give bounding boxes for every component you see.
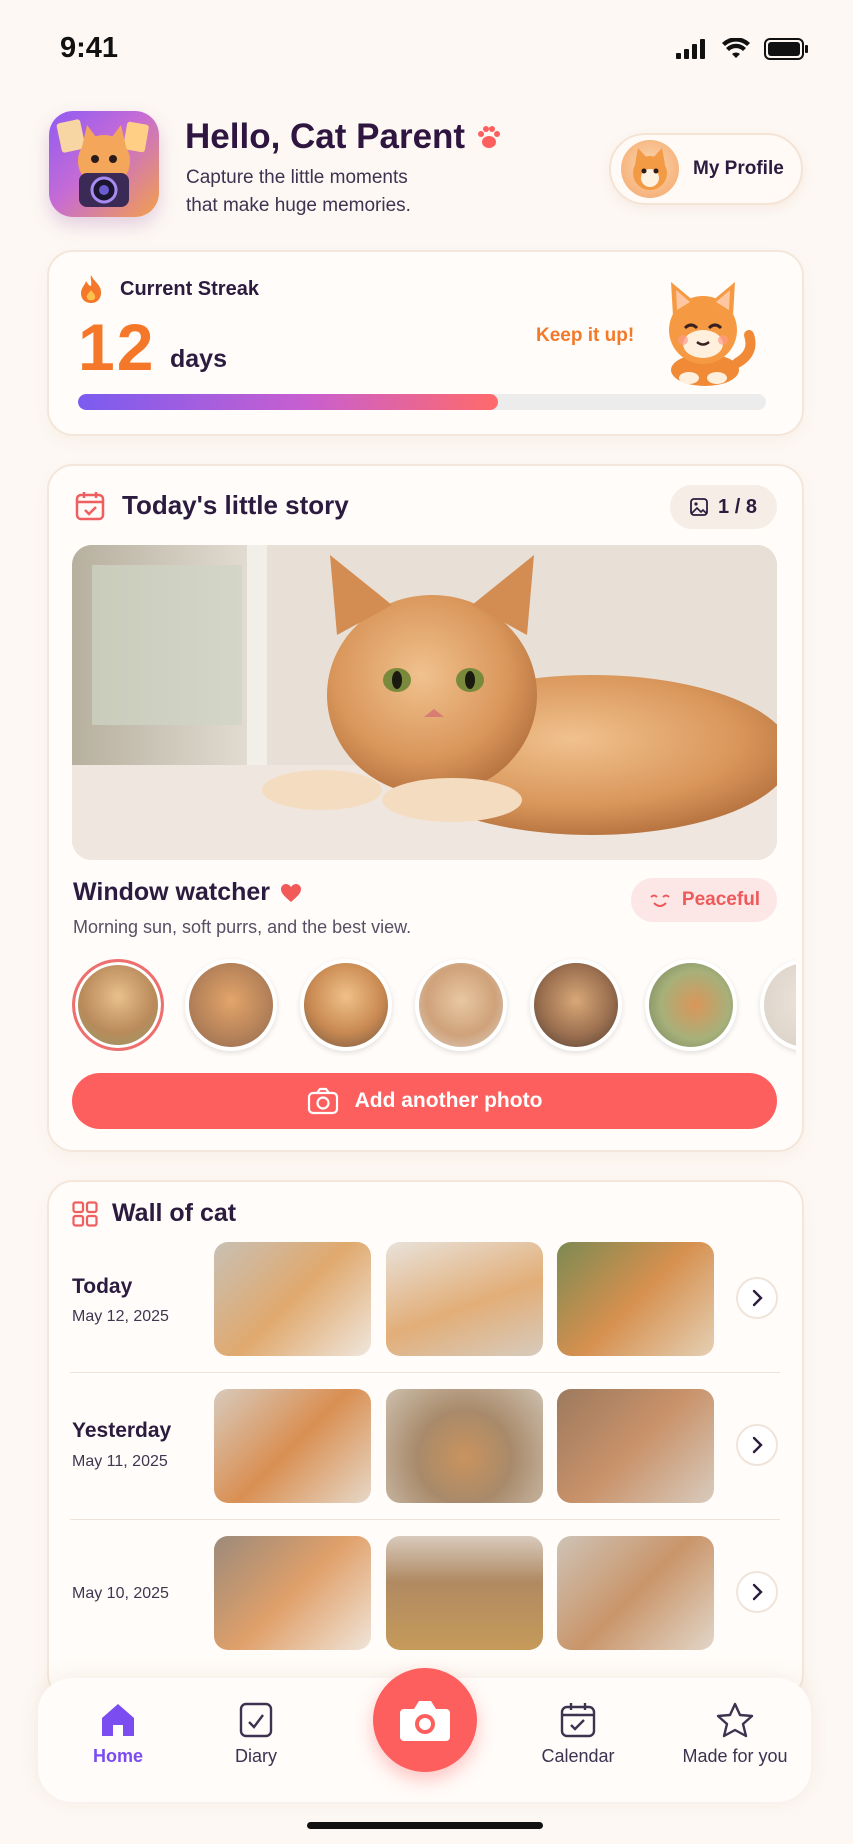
photo-thumbnail-strip[interactable]: [70, 956, 796, 1056]
fire-icon: [81, 275, 102, 303]
streak-progress-bar: [78, 394, 766, 410]
calendar-icon: [560, 1703, 596, 1738]
mood-badge[interactable]: Peaceful: [631, 878, 777, 922]
photo-counter-text: 1 / 8: [718, 495, 757, 518]
thumbnail[interactable]: [530, 959, 622, 1051]
battery-icon: [764, 38, 808, 60]
wall-row-date: May 10, 2025: [72, 1585, 169, 1602]
photo-counter[interactable]: 1 / 8: [670, 485, 777, 529]
wall-photo[interactable]: [214, 1536, 371, 1650]
camera-button[interactable]: [373, 1668, 477, 1772]
greeting-subtitle: Capture the little moments that make hug…: [186, 164, 486, 220]
wall-photo[interactable]: [214, 1389, 371, 1503]
chevron-right-icon: [752, 1289, 763, 1307]
wifi-icon: [722, 38, 750, 58]
wall-row-yesterday[interactable]: Yesterday May 11, 2025: [70, 1376, 780, 1522]
app-logo: [49, 111, 159, 217]
wall-row-open-button[interactable]: [736, 1571, 778, 1613]
greeting-subtitle-line2: that make huge memories.: [186, 195, 411, 216]
thumbnail[interactable]: [185, 959, 277, 1051]
status-icons: [676, 38, 808, 60]
tab-made-for-you-label: Made for you: [682, 1746, 788, 1766]
tab-diary-label: Diary: [234, 1746, 277, 1766]
status-time: 9:41: [60, 32, 119, 64]
cat-mascot-icon: [669, 282, 756, 386]
tab-calendar-label: Calendar: [541, 1746, 615, 1766]
streak-progress-fill: [78, 394, 498, 410]
wall-row-day: Today: [72, 1275, 133, 1298]
wall-row-date: May 12, 2025: [72, 1308, 169, 1325]
thumbnail[interactable]: [645, 959, 737, 1051]
greeting-subtitle-line1: Capture the little moments: [186, 167, 408, 188]
wall-row-date: May 11, 2025: [72, 1453, 168, 1470]
add-photo-button[interactable]: Add another photo: [72, 1073, 777, 1129]
my-profile-label: My Profile: [693, 158, 784, 179]
photo-title-text: Window watcher: [73, 878, 271, 906]
photo-caption: Morning sun, soft purrs, and the best vi…: [73, 917, 412, 937]
home-icon: [102, 1704, 134, 1736]
chevron-right-icon: [752, 1583, 763, 1601]
wall-row-today[interactable]: Today May 12, 2025: [70, 1229, 780, 1375]
thumbnail[interactable]: [415, 959, 507, 1051]
calendar-heart-icon: [75, 492, 105, 521]
wall-photo[interactable]: [557, 1536, 714, 1650]
image-icon: [690, 498, 708, 516]
thumbnail[interactable]: [300, 959, 392, 1051]
streak-label: Current Streak: [120, 278, 259, 300]
tab-diary[interactable]: Diary: [186, 1702, 326, 1767]
wall-title: Wall of cat: [112, 1199, 237, 1227]
thumbnail[interactable]: [760, 959, 796, 1051]
heart-icon[interactable]: [280, 883, 302, 903]
photo-title: Window watcher: [73, 878, 302, 907]
avatar: [621, 140, 679, 198]
story-title: Today's little story: [122, 490, 349, 520]
chevron-right-icon: [752, 1436, 763, 1454]
greeting-text: Hello, Cat Parent: [185, 117, 466, 156]
streak-count: 12: [78, 310, 156, 384]
tab-home-label: Home: [92, 1746, 143, 1766]
thumbnail[interactable]: [72, 959, 164, 1051]
grid-icon: [72, 1201, 98, 1227]
tab-calendar[interactable]: Calendar: [508, 1702, 648, 1767]
streak-unit: days: [170, 345, 227, 373]
tab-home[interactable]: Home: [48, 1702, 188, 1767]
mood-text: Peaceful: [681, 889, 761, 910]
divider: [70, 1372, 780, 1373]
wall-row-may-10[interactable]: May 10, 2025: [70, 1523, 780, 1669]
wall-photo[interactable]: [557, 1242, 714, 1356]
wall-row-open-button[interactable]: [736, 1277, 778, 1319]
streak-encouragement: Keep it up!: [536, 325, 635, 346]
diary-icon: [239, 1702, 273, 1738]
wall-photo[interactable]: [214, 1242, 371, 1356]
wall-photo[interactable]: [386, 1389, 543, 1503]
add-photo-label: Add another photo: [354, 1089, 543, 1112]
camera-icon: [400, 1701, 450, 1741]
greeting-title: Hello, Cat Parent: [185, 117, 503, 157]
wall-row-day: Yesterday: [72, 1419, 172, 1442]
tab-made-for-you[interactable]: Made for you: [665, 1702, 805, 1767]
wall-photo[interactable]: [557, 1389, 714, 1503]
featured-cat-photo[interactable]: [72, 545, 777, 860]
my-profile-button[interactable]: My Profile: [609, 133, 803, 205]
camera-icon: [307, 1087, 338, 1115]
paw-icon: [478, 126, 501, 148]
signal-icon: [676, 39, 705, 59]
smile-icon: [650, 894, 670, 907]
wall-photo[interactable]: [386, 1242, 543, 1356]
wall-row-open-button[interactable]: [736, 1424, 778, 1466]
wall-photo[interactable]: [386, 1536, 543, 1650]
home-indicator: [307, 1822, 543, 1829]
divider: [70, 1519, 780, 1520]
star-icon: [716, 1702, 754, 1738]
